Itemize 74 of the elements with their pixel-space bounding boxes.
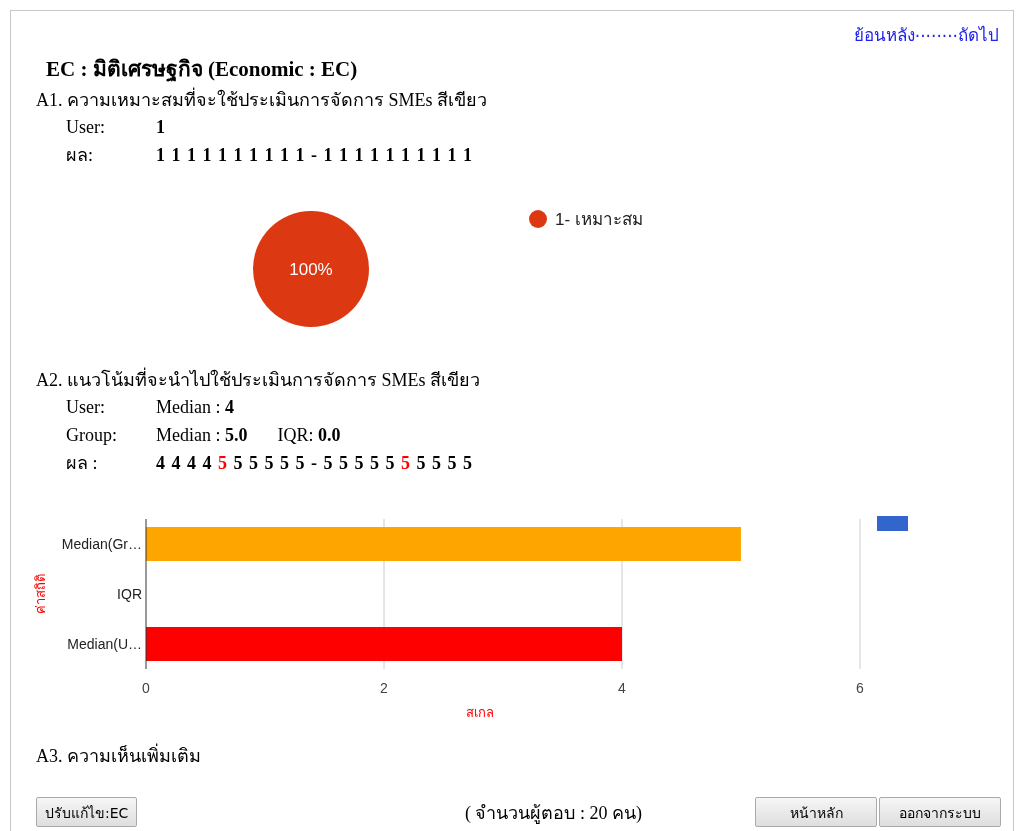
row-label: User: bbox=[66, 396, 106, 419]
result-score: 1 bbox=[339, 145, 349, 165]
result-score: 4 bbox=[171, 453, 182, 473]
question-title: A2. แนวโน้มที่จะนำไปใช้ประเมินการจัดการ SMEs สีเขียว bbox=[36, 367, 1013, 393]
tick-label: 4 bbox=[618, 680, 626, 696]
category-label: Median(Gr… bbox=[61, 536, 142, 552]
category-label: IQR bbox=[117, 586, 142, 602]
result-score: 5 bbox=[416, 453, 427, 473]
respondent-count: ( จำนวนผู้ตอบ : 20 คน) bbox=[464, 801, 642, 826]
legend-swatch bbox=[877, 516, 908, 531]
back-link[interactable]: ย้อนหลัง bbox=[853, 21, 915, 48]
result-score: 4 bbox=[156, 453, 166, 473]
nav-button[interactable]: หน้าหลัก bbox=[755, 797, 877, 827]
result-score: 5 bbox=[447, 453, 458, 473]
result-score: 1 bbox=[354, 145, 365, 165]
result-score: 1 bbox=[218, 145, 228, 165]
result-score: 5 bbox=[432, 453, 442, 473]
edit-button[interactable]: ปรับแก้ไข:EC bbox=[36, 797, 138, 827]
result-score: 1 bbox=[401, 145, 411, 165]
result-score: 1 bbox=[323, 145, 334, 165]
result-score: 1 bbox=[171, 145, 182, 165]
result-score: 5 bbox=[218, 453, 228, 473]
result-score: 5 bbox=[401, 453, 411, 473]
page-heading: EC : มิติเศรษฐกิจ (Economic : EC) bbox=[46, 56, 359, 84]
result-score: 5 bbox=[370, 453, 380, 473]
result-score: 1 bbox=[156, 145, 166, 165]
result-score: - bbox=[311, 453, 318, 473]
slice-label: 100% bbox=[289, 260, 333, 279]
result-score: 1 bbox=[264, 145, 275, 165]
nav-button[interactable]: ออกจากระบบ bbox=[879, 797, 1001, 827]
row-value: Median : 5.0 bbox=[156, 424, 248, 447]
result-score: 1 bbox=[463, 145, 473, 165]
result-score: 1 bbox=[280, 145, 290, 165]
result-label: ผล: bbox=[66, 144, 94, 167]
result-score: 1 bbox=[187, 145, 197, 165]
result-score: 5 bbox=[280, 453, 290, 473]
result-score: - bbox=[311, 145, 318, 165]
result-score: 5 bbox=[233, 453, 244, 473]
result-score: 1 bbox=[295, 145, 306, 165]
result-score: 1 bbox=[370, 145, 380, 165]
tick-label: 2 bbox=[380, 680, 388, 696]
result-score: 1 bbox=[416, 145, 427, 165]
axis-title: ค่าสถิติ bbox=[33, 574, 48, 614]
category-label: Median(U… bbox=[67, 636, 142, 652]
row-value: 1 bbox=[156, 116, 165, 139]
question-title: A3. ความเห็นเพิ่มเติม bbox=[36, 743, 1013, 769]
result-score: 5 bbox=[249, 453, 259, 473]
tick-label: 0 bbox=[142, 680, 150, 696]
result-score: 1 bbox=[432, 145, 442, 165]
next-link[interactable]: ถัดไป bbox=[958, 21, 999, 48]
row-label: User: bbox=[66, 116, 106, 139]
row-value: IQR: 0.0 bbox=[277, 424, 341, 447]
result-score: 1 bbox=[202, 145, 213, 165]
result-score: 1 bbox=[385, 145, 396, 165]
result-score: 1 bbox=[249, 145, 259, 165]
link-separator: ........ bbox=[914, 21, 958, 43]
result-score: 1 bbox=[447, 145, 458, 165]
result-score: 5 bbox=[339, 453, 349, 473]
result-score: 5 bbox=[295, 453, 306, 473]
result-score: 5 bbox=[323, 453, 334, 473]
result-score: 1 bbox=[233, 145, 244, 165]
question-title: A1. ความเหมาะสมที่จะใช้ประเมินการจัดการ SMEs สีเขียว bbox=[36, 87, 1013, 113]
row-value: Median : 4 bbox=[156, 396, 234, 419]
axis-title: สเกล bbox=[466, 705, 494, 720]
tick-label: 6 bbox=[856, 680, 864, 696]
result-score: 5 bbox=[385, 453, 396, 473]
result-score: 4 bbox=[202, 453, 213, 473]
row-label: Group: bbox=[66, 424, 118, 447]
result-score: 5 bbox=[354, 453, 365, 473]
legend-label: 1- เหมาะสม bbox=[555, 210, 643, 229]
result-score: 5 bbox=[463, 453, 473, 473]
result-label: ผล : bbox=[66, 452, 99, 475]
result-score: 5 bbox=[264, 453, 275, 473]
result-score: 4 bbox=[187, 453, 197, 473]
